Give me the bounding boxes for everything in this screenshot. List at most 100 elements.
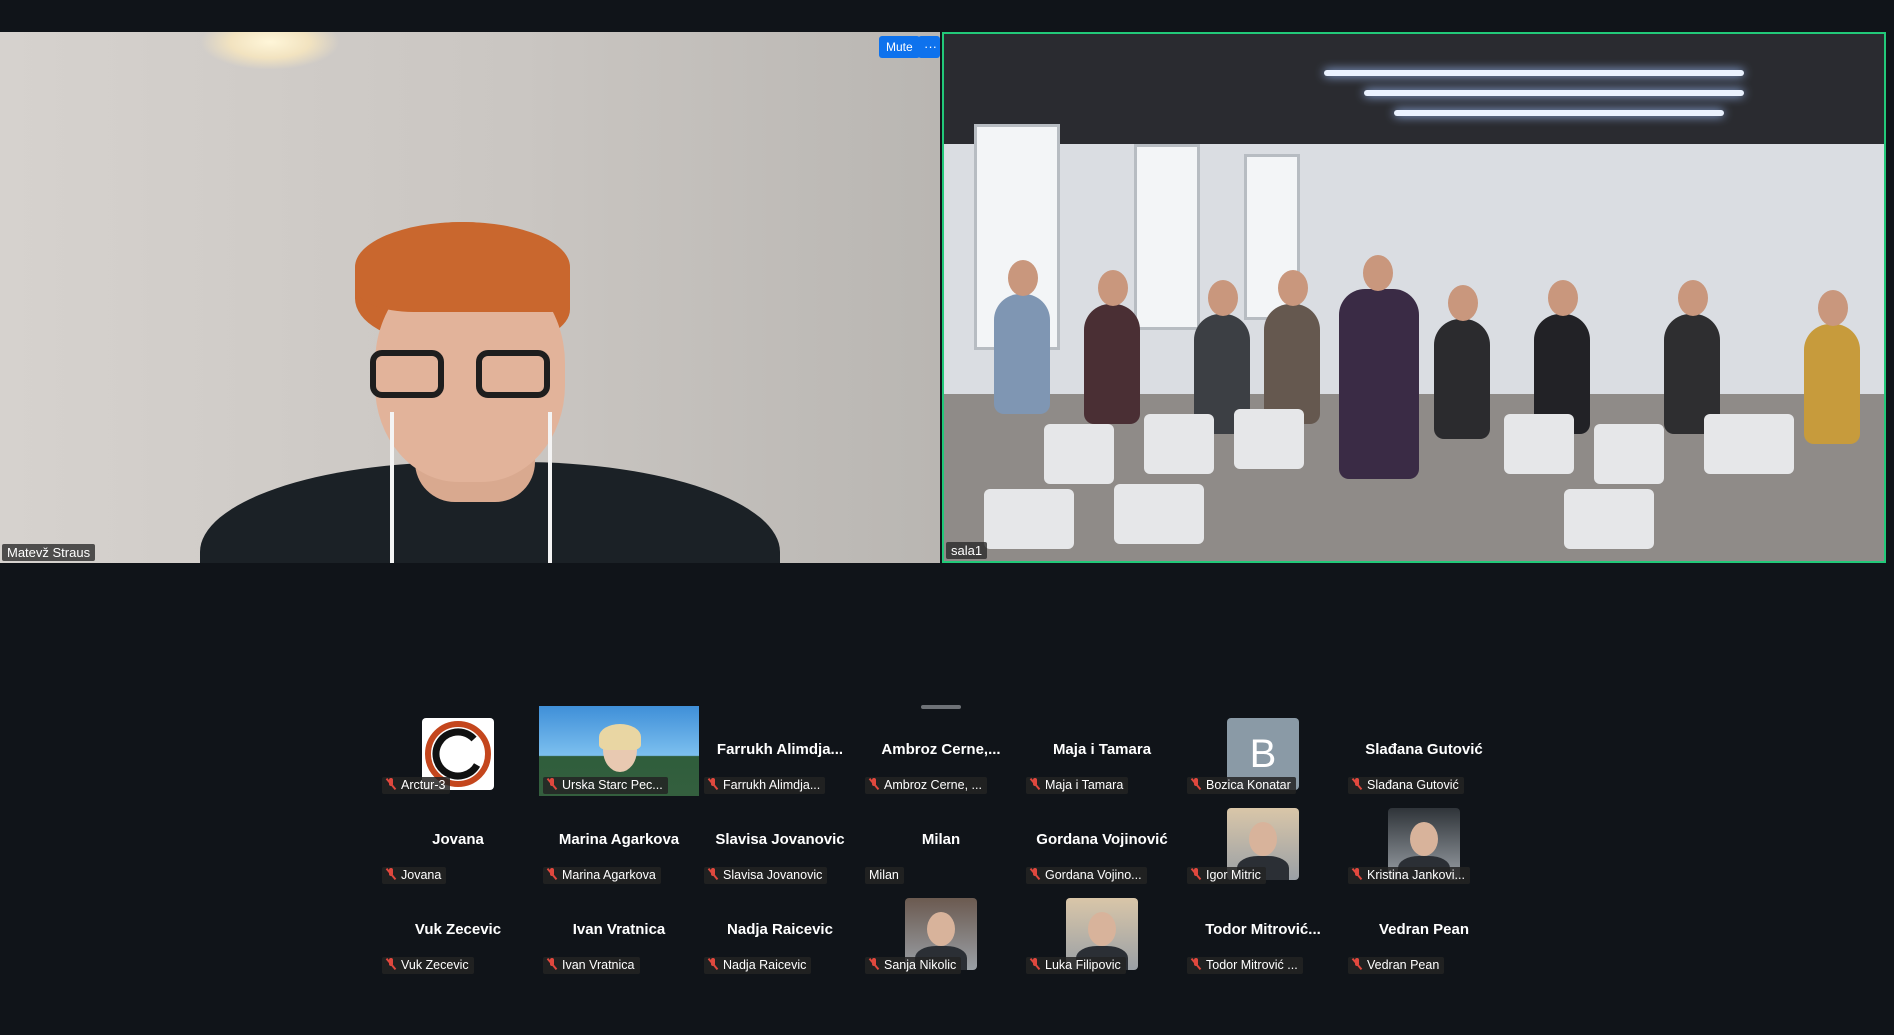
participant-tile[interactable]: Ivan Vratnica Ivan Vratnica [539, 886, 699, 976]
mic-muted-icon [386, 778, 396, 790]
room-ceiling [944, 34, 1884, 144]
participant-label-text: Kristina Jankovi... [1367, 868, 1465, 882]
participant-label-text: Arctur-3 [401, 778, 446, 792]
participant-label-text: Milan [869, 868, 899, 882]
earbud-cable-right [548, 412, 552, 563]
participant-display-name: Vedran Pean [1378, 921, 1470, 938]
participant-tile[interactable]: Urska Starc Pec... [539, 706, 699, 796]
participant-name-label: Ivan Vratnica [543, 957, 640, 974]
participant-name-label: Milan [865, 867, 904, 884]
participant-display-name: Maja i Tamara [1052, 741, 1152, 758]
speaker-fringe [355, 222, 570, 312]
participant-label-text: Todor Mitrović ... [1206, 958, 1298, 972]
audience-member [1804, 290, 1860, 444]
speaker-video-tile-right[interactable]: sala1 [942, 32, 1886, 563]
participant-tile[interactable]: Nadja Raicevic Nadja Raicevic [700, 886, 860, 976]
participant-display-name: Marina Agarkova [558, 831, 680, 848]
participant-name-label: Nadja Raicevic [704, 957, 812, 974]
participant-display-name: Ambroz Cerne,... [881, 741, 1001, 758]
mic-muted-icon [1191, 778, 1201, 790]
participant-tile[interactable]: Luka Filipovic [1022, 886, 1182, 976]
participant-display-name: Ivan Vratnica [572, 921, 666, 938]
participant-name-label: Slađana Gutović [1348, 777, 1464, 794]
participant-label-text: Vedran Pean [1367, 958, 1440, 972]
participant-display-name: Vuk Zecevic [414, 921, 502, 938]
room-window [1134, 144, 1200, 330]
mic-muted-icon [708, 868, 718, 880]
participant-label-text: Marina Agarkova [562, 868, 656, 882]
participant-tile[interactable]: Gordana Vojinović Gordana Vojino... [1022, 796, 1182, 886]
chair [1234, 409, 1304, 469]
chair [1114, 484, 1204, 544]
participant-tile[interactable]: Marina Agarkova Marina Agarkova [539, 796, 699, 886]
participant-tile[interactable]: Slavisa Jovanovic Slavisa Jovanovic [700, 796, 860, 886]
participant-name-label: Maja i Tamara [1026, 777, 1129, 794]
participant-name-label: Farrukh Alimdja... [704, 777, 826, 794]
mute-button[interactable]: Mute [879, 36, 920, 58]
chair [1594, 424, 1664, 484]
participant-label-text: Maja i Tamara [1045, 778, 1124, 792]
participant-display-name: Nadja Raicevic [727, 921, 833, 938]
mic-muted-icon [1030, 958, 1040, 970]
speaker-name-tag: Matevž Straus [2, 544, 96, 561]
ceiling-light [1394, 110, 1724, 116]
audience-member [1084, 270, 1140, 424]
participant-tile[interactable]: Ambroz Cerne,... Ambroz Cerne, ... [861, 706, 1021, 796]
mic-muted-icon [1030, 778, 1040, 790]
participant-name-label: Ambroz Cerne, ... [865, 777, 987, 794]
chair [1564, 489, 1654, 549]
more-options-button[interactable]: ··· [918, 36, 940, 58]
participant-display-name: Farrukh Alimdja... [716, 741, 844, 758]
mic-muted-icon [1191, 868, 1201, 880]
chair [1044, 424, 1114, 484]
audience-member [994, 260, 1050, 414]
chair [1504, 414, 1574, 474]
participant-label-text: Slavisa Jovanovic [723, 868, 823, 882]
participant-label-text: Ivan Vratnica [562, 958, 635, 972]
participant-tile[interactable]: Arctur-3 [378, 706, 538, 796]
participant-name-label: Kristina Jankovi... [1348, 867, 1470, 884]
participant-name-label: Todor Mitrović ... [1187, 957, 1303, 974]
participant-tile[interactable]: Jovana Jovana [378, 796, 538, 886]
participant-tile[interactable]: Vedran Pean Vedran Pean [1344, 886, 1504, 976]
speaker-video-tile-left[interactable]: Matevž Straus [0, 32, 940, 563]
mic-muted-icon [547, 778, 557, 790]
participant-display-name: Slađana Gutović [1365, 741, 1483, 758]
mic-muted-icon [386, 868, 396, 880]
participant-tile[interactable]: Vuk Zecevic Vuk Zecevic [378, 886, 538, 976]
participant-name-label: Marina Agarkova [543, 867, 661, 884]
mic-muted-icon [547, 868, 557, 880]
mic-muted-icon [547, 958, 557, 970]
participant-name-label: Urska Starc Pec... [543, 777, 668, 794]
chair [1144, 414, 1214, 474]
mic-muted-icon [386, 958, 396, 970]
participant-tile[interactable]: B Bozica Konatar [1183, 706, 1343, 796]
participant-tile[interactable]: Farrukh Alimdja... Farrukh Alimdja... [700, 706, 860, 796]
mic-muted-icon [1352, 868, 1362, 880]
participant-label-text: Urska Starc Pec... [562, 778, 663, 792]
mic-muted-icon [708, 778, 718, 790]
presenter [1339, 255, 1419, 479]
speaker-glasses [370, 350, 550, 400]
participant-name-label: Bozica Konatar [1187, 777, 1296, 794]
gallery-row: Jovana Jovana Marina Agarkova Marina Agarko… [378, 796, 1538, 886]
earbud-cable-left [390, 412, 394, 563]
mic-muted-icon [1191, 958, 1201, 970]
mic-muted-icon [1352, 778, 1362, 790]
participant-tile[interactable]: Kristina Jankovi... [1344, 796, 1504, 886]
mic-muted-icon [1030, 868, 1040, 880]
participant-tile[interactable]: Todor Mitrović... Todor Mitrović ... [1183, 886, 1343, 976]
participant-gallery: Arctur-3 Urska Starc Pec... Farrukh Alimdj… [378, 706, 1538, 976]
mic-muted-icon [869, 778, 879, 790]
participant-tile[interactable]: Igor Mitric [1183, 796, 1343, 886]
participant-label-text: Gordana Vojino... [1045, 868, 1142, 882]
mic-muted-icon [869, 958, 879, 970]
mic-muted-icon [708, 958, 718, 970]
participant-display-name: Jovana [432, 831, 484, 848]
participant-tile[interactable]: Maja i Tamara Maja i Tamara [1022, 706, 1182, 796]
gallery-row: Vuk Zecevic Vuk Zecevic Ivan Vratnica Ivan … [378, 886, 1538, 976]
participant-tile[interactable]: Slađana Gutović Slađana Gutović [1344, 706, 1504, 796]
audience-member [1264, 270, 1320, 424]
participant-tile[interactable]: Sanja Nikolic [861, 886, 1021, 976]
participant-tile[interactable]: Milan Milan [861, 796, 1021, 886]
